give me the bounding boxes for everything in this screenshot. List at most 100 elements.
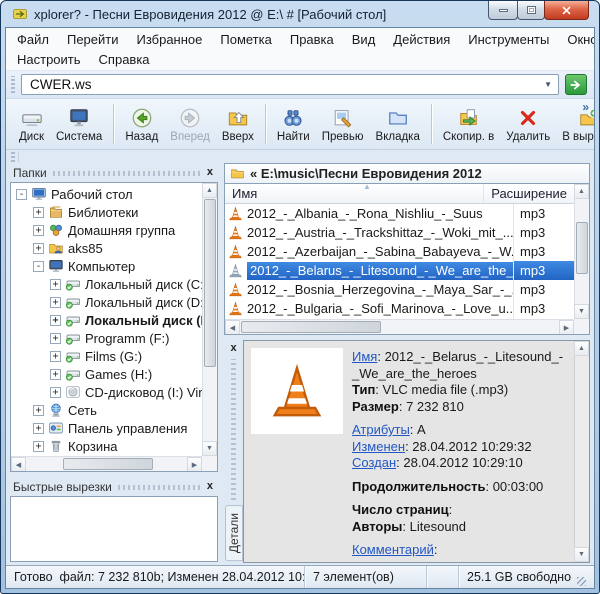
tree-item[interactable]: +Домашняя группа xyxy=(11,221,202,239)
scroll-up-icon[interactable]: ▲ xyxy=(574,184,589,199)
scroll-down-icon[interactable]: ▼ xyxy=(202,441,217,456)
toolbar-button[interactable]: В вырезки xyxy=(556,103,595,144)
details-close-icon[interactable]: x xyxy=(230,343,236,354)
menu-item[interactable]: Файл xyxy=(8,30,58,49)
file-row[interactable]: 2012_-_Austria_-_Trackshittaz_-_Woki_mit… xyxy=(225,223,574,242)
tree-item[interactable]: +Локальный диск (D:) xyxy=(11,293,202,311)
column-header-name[interactable]: Имя ▲ xyxy=(225,184,484,203)
expand-icon[interactable]: + xyxy=(50,297,61,308)
menu-item[interactable]: Правка xyxy=(281,30,343,49)
toolbar-button[interactable]: Вверх xyxy=(216,103,260,144)
detail-label-link[interactable]: Создан xyxy=(352,455,396,470)
expand-icon[interactable]: + xyxy=(50,369,61,380)
detail-label-link[interactable]: Комментарий xyxy=(352,542,434,557)
tree-item[interactable]: -Рабочий стол xyxy=(11,185,202,203)
list-vscroll-thumb[interactable] xyxy=(576,222,588,274)
toolbar-button[interactable]: Назад xyxy=(119,103,164,144)
tree-vertical-scrollbar[interactable]: ▲ ▼ xyxy=(202,183,217,456)
chevron-down-icon[interactable]: ▼ xyxy=(544,80,552,89)
expand-icon[interactable]: + xyxy=(50,333,61,344)
tree-item[interactable]: -Компьютер xyxy=(11,257,202,275)
folders-panel-grip[interactable] xyxy=(53,171,201,176)
close-button[interactable] xyxy=(544,1,589,20)
expand-icon[interactable]: + xyxy=(50,351,61,362)
file-row[interactable]: 2012_-_Bosnia_Herzegovina_-_Maya_Sar_-_.… xyxy=(225,280,574,299)
minimize-button[interactable] xyxy=(488,1,518,20)
file-row[interactable]: 2012_-_Belarus_-_Litesound_-_We_are_the_… xyxy=(225,261,574,280)
toolbar-button[interactable]: Вперед xyxy=(164,103,216,144)
tree-horizontal-scrollbar[interactable]: ◀ ▶ xyxy=(11,456,202,471)
expand-icon[interactable]: + xyxy=(33,423,44,434)
scroll-left-icon[interactable]: ◀ xyxy=(225,320,240,335)
clips-panel-close-icon[interactable]: x xyxy=(207,481,213,492)
resize-grip-icon[interactable] xyxy=(577,577,586,586)
address-combo-input[interactable]: CWER.ws ▼ xyxy=(21,74,559,95)
toolbar-button[interactable]: Найти xyxy=(271,103,316,144)
expand-icon[interactable]: + xyxy=(50,279,61,290)
tree-item[interactable]: +Панель управления xyxy=(11,419,202,437)
folders-panel-header[interactable]: Папки x xyxy=(10,163,218,182)
file-row[interactable]: 2012_-_Bulgaria_-_Sofi_Marinova_-_Love_u… xyxy=(225,299,574,318)
detail-label-link[interactable]: Имя xyxy=(352,349,377,364)
tree-item[interactable]: +Библиотеки xyxy=(11,203,202,221)
clips-panel-grip[interactable] xyxy=(118,485,201,490)
detail-label-link[interactable]: Изменен xyxy=(352,439,405,454)
address-bar-grip[interactable] xyxy=(11,76,15,93)
expand-icon[interactable]: + xyxy=(33,405,44,416)
toolbar-button[interactable]: Диск xyxy=(13,103,50,144)
menu-item[interactable]: Окно xyxy=(558,30,595,49)
expand-icon[interactable]: + xyxy=(50,315,61,326)
dock-band-grip[interactable] xyxy=(11,152,15,162)
detail-label-link[interactable]: Атрибуты xyxy=(352,422,410,437)
menu-item[interactable]: Избранное xyxy=(127,30,211,49)
tree-item[interactable]: +CD-дисковод (I:) Virtu xyxy=(11,383,202,401)
tree-item[interactable]: +Films (G:) xyxy=(11,347,202,365)
tree-item[interactable]: +Корзина xyxy=(11,437,202,455)
menu-item[interactable]: Инструменты xyxy=(459,30,558,49)
menu-item[interactable]: Пометка xyxy=(211,30,280,49)
go-button[interactable] xyxy=(565,74,587,95)
titlebar[interactable]: xplorer? - Песни Евровидения 2012 @ E:\ … xyxy=(5,1,595,27)
expand-icon[interactable]: + xyxy=(33,243,44,254)
list-vertical-scrollbar[interactable]: ▲ ▼ xyxy=(574,184,589,319)
expand-icon[interactable]: + xyxy=(33,225,44,236)
clips-panel-header[interactable]: Быстрые вырезки x xyxy=(10,477,218,496)
toolbar-button[interactable]: Превью xyxy=(316,103,370,144)
scroll-down-icon[interactable]: ▼ xyxy=(574,547,589,562)
tree-item[interactable]: +Локальный диск (C:) xyxy=(11,275,202,293)
tree-vscroll-thumb[interactable] xyxy=(204,199,216,367)
menu-item[interactable]: Настроить xyxy=(8,50,90,69)
path-bar[interactable]: « E:\music\Песни Евровидения 2012 xyxy=(224,163,590,183)
scroll-down-icon[interactable]: ▼ xyxy=(574,304,589,319)
scroll-left-icon[interactable]: ◀ xyxy=(11,457,26,472)
collapse-icon[interactable]: - xyxy=(33,261,44,272)
scroll-up-icon[interactable]: ▲ xyxy=(574,341,589,356)
details-scrollbar[interactable]: ▲ ▼ xyxy=(574,341,589,562)
file-row[interactable]: 2012_-_Albania_-_Rona_Nishliu_-_Suusmp3 xyxy=(225,204,574,223)
scroll-up-icon[interactable]: ▲ xyxy=(202,183,217,198)
toolbar-button[interactable]: Вкладка xyxy=(370,103,426,144)
column-header-extension[interactable]: Расширение xyxy=(484,184,574,203)
expand-icon[interactable]: + xyxy=(33,207,44,218)
column-divider[interactable] xyxy=(513,204,514,319)
toolbar-overflow-chevron[interactable]: » xyxy=(582,100,589,114)
maximize-button[interactable] xyxy=(517,1,545,20)
toolbar-button[interactable]: Удалить xyxy=(500,103,556,144)
clips-list[interactable] xyxy=(10,496,218,562)
tree-item[interactable]: +Сеть xyxy=(11,401,202,419)
menu-item[interactable]: Действия xyxy=(384,30,459,49)
toolbar-button[interactable]: Скопир. в xyxy=(437,103,500,144)
tree-hscroll-thumb[interactable] xyxy=(63,458,153,470)
tree-item[interactable]: +Локальный диск (E:) xyxy=(11,311,202,329)
collapse-icon[interactable]: - xyxy=(16,189,27,200)
scroll-right-icon[interactable]: ▶ xyxy=(559,320,574,335)
expand-icon[interactable]: + xyxy=(50,387,61,398)
details-tab[interactable]: Детали xyxy=(225,505,243,561)
menu-item[interactable]: Перейти xyxy=(58,30,128,49)
toolbar-button[interactable]: Система xyxy=(50,103,108,144)
tree-item[interactable]: +Programm (F:) xyxy=(11,329,202,347)
details-grip[interactable] xyxy=(231,359,236,500)
expand-icon[interactable]: + xyxy=(33,441,44,452)
tree-item[interactable]: +Games (H:) xyxy=(11,365,202,383)
folders-panel-close-icon[interactable]: x xyxy=(207,167,213,178)
